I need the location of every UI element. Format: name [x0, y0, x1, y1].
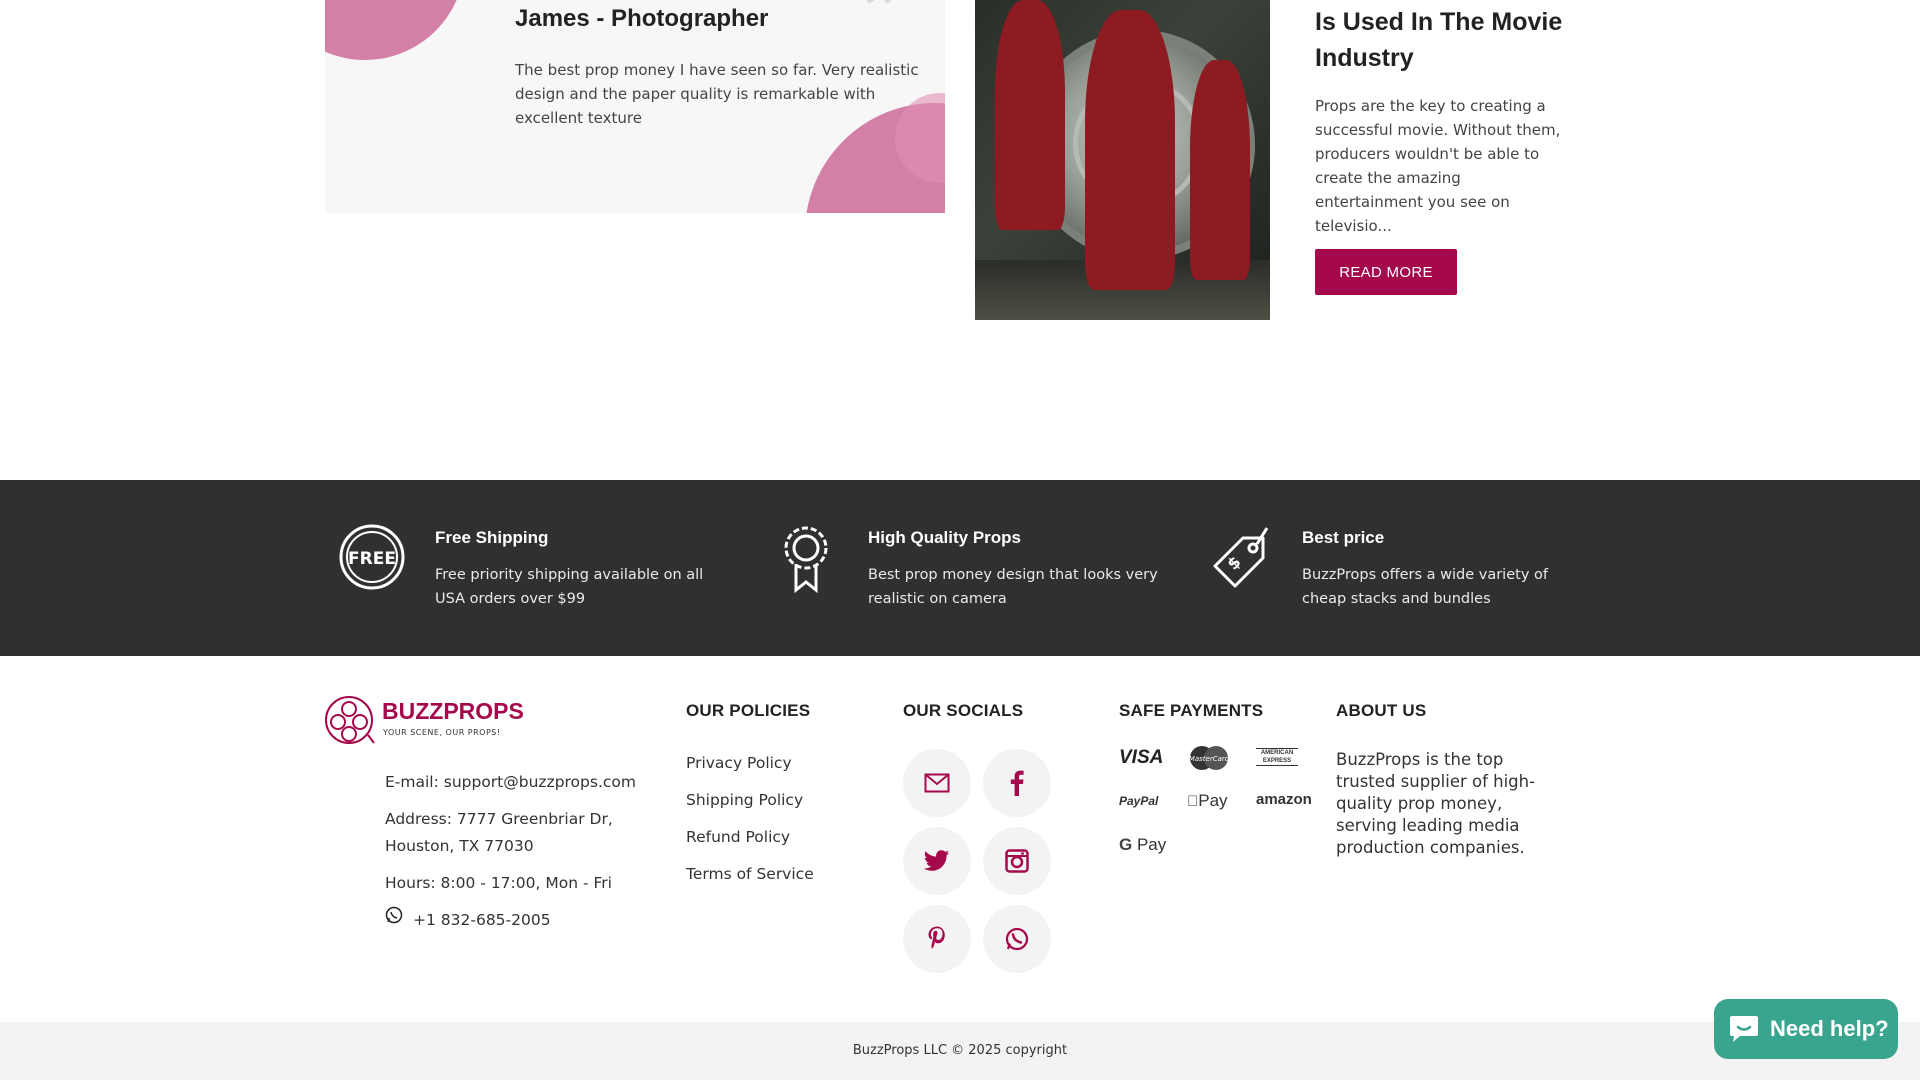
contact-hours: Hours: 8:00 - 17:00, Mon - Fri [385, 874, 612, 892]
policies-heading: OUR POLICIES [686, 701, 811, 720]
instagram-icon [1005, 849, 1029, 873]
about-text: BuzzProps is the top trusted supplier of… [1336, 750, 1536, 857]
feature-title: Free Shipping [435, 528, 549, 547]
features-band: FREE Free Shipping Free priority shippin… [0, 480, 1920, 656]
paypal-icon: PayPal [1119, 794, 1159, 808]
whatsapp-button[interactable] [983, 905, 1051, 973]
copyright-text: BuzzProps LLC © 2025 copyright [852, 1043, 1068, 1058]
free-badge-icon: FREE [339, 524, 405, 594]
feature-text: Free priority shipping available on all … [435, 567, 704, 607]
pinterest-icon [928, 926, 945, 949]
contact-phone[interactable]: +1 832-685-2005 [413, 911, 551, 929]
about-heading: ABOUT US [1336, 701, 1427, 720]
shipping-policy-link[interactable]: Shipping Policy [686, 791, 803, 809]
feature-text: Best prop money design that looks very r… [868, 567, 1158, 607]
svg-text:FREE: FREE [348, 549, 396, 569]
blog-excerpt: Props are the key to creating a successf… [1315, 97, 1561, 235]
visa-icon: VISA [1119, 747, 1164, 768]
chat-bubble-icon [1730, 1016, 1758, 1042]
brand-name: BUZZPROPS [382, 698, 524, 724]
terms-of-service-link[interactable]: Terms of Service [686, 865, 814, 883]
blog-image[interactable] [975, 0, 1270, 320]
facebook-button[interactable] [983, 749, 1051, 817]
price-tag-icon: $ [1205, 524, 1273, 596]
google-pay-icon: G Pay [1119, 835, 1167, 854]
socials-heading: OUR SOCIALS [903, 701, 1024, 720]
whatsapp-icon [1005, 927, 1029, 951]
testimonial-author: James - Photographer [515, 5, 769, 32]
amazon-pay-icon: amazon [1256, 791, 1312, 808]
quote-icon: ” [860, 0, 907, 69]
chat-help-button[interactable]: Need help? [1714, 999, 1898, 1059]
payments-heading: SAFE PAYMENTS [1119, 701, 1264, 720]
email-button[interactable] [903, 749, 971, 817]
brand-tagline: YOUR SCENE, OUR PROPS! [383, 728, 501, 737]
brand-logo[interactable] [324, 695, 376, 751]
chat-help-label: Need help? [1770, 1016, 1889, 1041]
whatsapp-icon [385, 906, 403, 928]
film-reel-icon [325, 696, 375, 744]
blog-title[interactable]: Is Used In The Movie Industry [1315, 4, 1615, 76]
testimonial-card: ” James - Photographer The best prop mon… [325, 0, 945, 213]
amex-icon: AMERICAN EXPRESS [1256, 748, 1298, 766]
facebook-icon [1010, 770, 1024, 796]
apple-pay-icon: Pay [1187, 791, 1228, 810]
mastercard-icon: MasterCard [1187, 745, 1231, 776]
svg-text:MasterCard: MasterCard [1189, 755, 1230, 763]
decorative-shape [325, 0, 465, 60]
feature-title: Best price [1302, 528, 1385, 547]
feature-text: BuzzProps offers a wide variety of cheap… [1302, 567, 1548, 607]
contact-address-line2: Houston, TX 77030 [385, 837, 534, 855]
twitter-button[interactable] [903, 827, 971, 895]
award-ribbon-icon [780, 524, 832, 598]
contact-address-line1: Address: 7777 Greenbriar Dr, [385, 810, 613, 828]
testimonial-text: The best prop money I have seen so far. … [515, 61, 919, 127]
email-icon [924, 773, 950, 793]
instagram-button[interactable] [983, 827, 1051, 895]
pinterest-button[interactable] [903, 905, 971, 973]
contact-email[interactable]: E-mail: support@buzzprops.com [385, 773, 636, 791]
privacy-policy-link[interactable]: Privacy Policy [686, 754, 792, 772]
read-more-button[interactable]: READ MORE [1315, 249, 1457, 295]
feature-title: High Quality Props [868, 528, 1022, 547]
refund-policy-link[interactable]: Refund Policy [686, 828, 790, 846]
twitter-icon [924, 850, 949, 871]
